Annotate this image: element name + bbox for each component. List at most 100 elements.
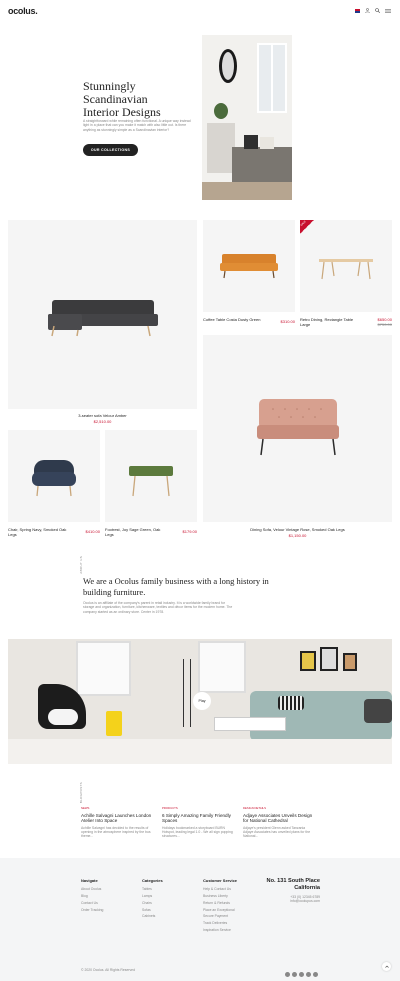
product-price: $2,510.00: [93, 419, 112, 424]
instagram-icon[interactable]: [313, 972, 318, 978]
footer-link[interactable]: Chairs: [142, 901, 197, 905]
footer-navigate: Navigate About Ocolus Blog Contact Us Or…: [81, 878, 136, 914]
cushion: [278, 696, 304, 710]
hero-title-line: Interior Designs: [83, 105, 161, 119]
play-button[interactable]: Play: [193, 692, 211, 710]
footer-link[interactable]: Tables: [142, 887, 197, 891]
wall-art: [300, 651, 316, 671]
floor: [202, 182, 292, 200]
product-price: $310.00: [280, 319, 295, 324]
footer-socials: [283, 966, 318, 981]
footer-link[interactable]: Help & Contact Us: [203, 887, 263, 891]
footer-service: Customer Service Help & Contact Us Busin…: [203, 878, 263, 935]
blog-category[interactable]: DESIGN DETAILS: [243, 806, 315, 810]
footer-link[interactable]: Blog: [81, 894, 136, 898]
footer-link[interactable]: Cabinets: [142, 914, 197, 918]
about-text: Ocolus is an affiliate of the company's …: [83, 601, 233, 614]
about-title: We are a Ocolus family business with a l…: [83, 576, 269, 597]
chair-image: [32, 460, 76, 497]
footer-heading: Customer Service: [203, 878, 238, 883]
footer-address: No. 131 South Place: [266, 878, 320, 884]
footer-link[interactable]: Track Deliveries: [203, 921, 263, 925]
back-to-top-button[interactable]: [382, 962, 391, 971]
logo[interactable]: ocolus.: [8, 6, 38, 16]
product-name[interactable]: Retro Dining, Rectangle Table Large: [300, 317, 360, 328]
cushion: [244, 135, 258, 149]
blog-label: BLOGPOSTS: [79, 782, 83, 804]
footer-link[interactable]: About Ocolus: [81, 887, 136, 891]
user-icon[interactable]: [365, 8, 370, 13]
footer-address: California: [294, 884, 320, 891]
menu-icon[interactable]: [385, 8, 391, 13]
video-banner[interactable]: Play: [8, 639, 392, 764]
blog-post[interactable]: NEWS Achille Salvagni Launches London At…: [81, 806, 153, 839]
our-collections-button[interactable]: OUR COLLECTIONS: [83, 144, 138, 156]
blog-category[interactable]: NEWS: [81, 806, 153, 810]
footer: Navigate About Ocolus Blog Contact Us Or…: [0, 858, 400, 981]
cushion: [364, 699, 392, 723]
product-old-price: $750.00: [377, 322, 392, 327]
ladder-shelf: [183, 659, 191, 727]
wall-art: [343, 653, 357, 671]
side-table: [106, 711, 122, 736]
blog-title[interactable]: Adjaye Associates Unveils Design for Nat…: [243, 813, 315, 824]
about-label: ABOUT US: [79, 556, 83, 574]
product-card-coffee[interactable]: [203, 220, 295, 312]
product-price: $1,150.00: [288, 533, 307, 538]
wall-art: [320, 647, 338, 671]
product-card-big[interactable]: [8, 220, 197, 409]
footer-contact: No. 131 South Place California +33 (0) 1…: [262, 878, 320, 904]
mirror: [219, 49, 237, 83]
table-image: [319, 259, 373, 280]
cushion: [260, 137, 274, 149]
pinterest-icon[interactable]: [306, 972, 311, 978]
footer-link[interactable]: Lamps: [142, 894, 197, 898]
footer-email[interactable]: info@ocolupus.com: [262, 899, 320, 903]
window: [198, 641, 246, 693]
blog-post[interactable]: PRODUCTS 6 Simply Amazing Family Friendl…: [162, 806, 234, 839]
product-card-chair[interactable]: [8, 430, 100, 522]
product-price: $179.00: [182, 529, 197, 534]
plant: [214, 103, 228, 119]
blog-excerpt: Achille Salvagni has decided to the resu…: [81, 825, 151, 839]
footer-link[interactable]: Order Tracking: [81, 908, 136, 912]
footer-link[interactable]: Secure Payment: [203, 914, 263, 918]
footer-link[interactable]: Sofas: [142, 908, 197, 912]
vimeo-icon[interactable]: [299, 972, 304, 978]
twitter-icon[interactable]: [292, 972, 297, 978]
hero-text: A straightforward while remaining often …: [83, 119, 191, 132]
product-card-dining-sofa[interactable]: [203, 335, 392, 522]
product-card-retro[interactable]: SALE: [300, 220, 392, 312]
facebook-icon[interactable]: [285, 972, 290, 978]
sofa-orange-image: [220, 254, 278, 279]
window: [76, 641, 131, 696]
window-frame: [271, 43, 273, 113]
blog-post[interactable]: DESIGN DETAILS Adjaye Associates Unveils…: [243, 806, 315, 839]
header: ocolus.: [0, 0, 400, 24]
flag-icon[interactable]: [355, 9, 360, 13]
search-icon[interactable]: [375, 8, 380, 13]
product-name[interactable]: Footrest, Joy Sage Green, Oak Legs: [105, 527, 165, 538]
floor: [8, 739, 392, 764]
footer-heading: Navigate: [81, 878, 98, 883]
blog-title[interactable]: Achille Salvagni Launches London Atelier…: [81, 813, 153, 824]
shelf: [207, 123, 235, 173]
product-name[interactable]: Coffee Table Costa Dusty Green: [203, 317, 263, 323]
footer-categories: Categories Tables Lamps Chairs Sofas Cab…: [142, 878, 197, 921]
footer-link[interactable]: Place an Exceptional: [203, 908, 263, 912]
footer-link[interactable]: Business Liberty: [203, 894, 263, 898]
product-name[interactable]: Chair, Spring Navy, Smoked Oak Legs: [8, 527, 68, 538]
hero: Stunningly Scandinavian Interior Designs…: [0, 24, 400, 214]
product-price: $410.00: [85, 529, 100, 534]
footer-link[interactable]: Inspiration Service: [203, 928, 263, 932]
blog-category[interactable]: PRODUCTS: [162, 806, 234, 810]
product-card-footrest[interactable]: [105, 430, 197, 522]
blog-title[interactable]: 6 Simply Amazing Family Friendly Spaces: [162, 813, 234, 824]
coffee-table: [214, 717, 286, 731]
footer-link[interactable]: Return & Refunds: [203, 901, 263, 905]
pink-sofa-image: [257, 399, 339, 456]
chevron-up-icon: [384, 965, 389, 968]
footer-link[interactable]: Contact Us: [81, 901, 136, 905]
sofa-bed: [232, 147, 292, 182]
hero-title: Stunningly Scandinavian Interior Designs: [83, 80, 161, 119]
